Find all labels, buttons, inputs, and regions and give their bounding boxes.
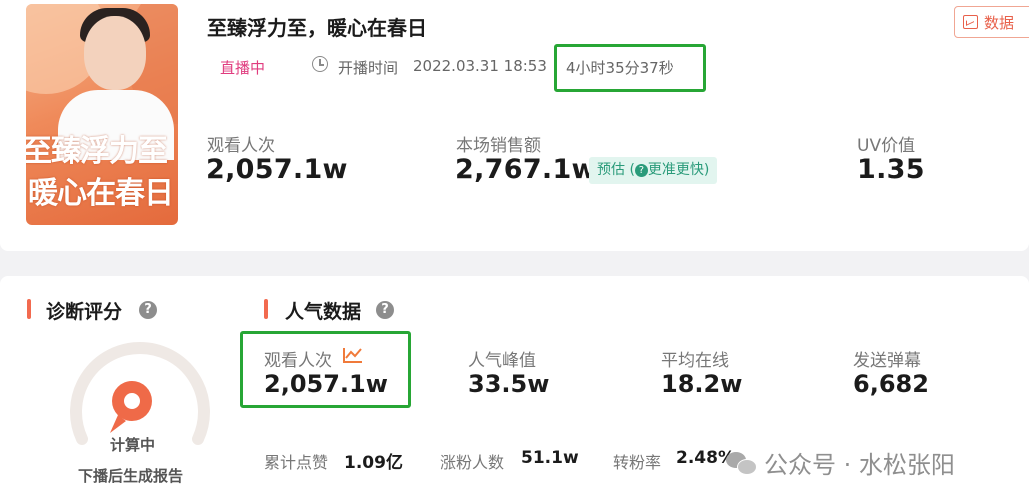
- start-time-value: 2022.03.31 18:53: [413, 57, 547, 75]
- diagnosis-gauge: [70, 342, 210, 445]
- new-fans-value: 51.1w: [521, 448, 579, 468]
- metric-uv-label: UV价值: [857, 136, 916, 156]
- diagnosis-note: 下播后生成报告: [78, 467, 184, 485]
- pop-views-value: 2,057.1w: [264, 370, 388, 398]
- diagnosis-section-bar: [27, 299, 31, 319]
- pop-peak-value: 33.5w: [468, 370, 550, 398]
- data-button[interactable]: 数据: [954, 6, 1029, 38]
- location-pin-icon: [110, 381, 152, 433]
- pop-avg-online-label: 平均在线: [661, 351, 729, 371]
- conversion-rate-label: 转粉率: [613, 453, 662, 472]
- metric-views-value: 2,057.1w: [206, 154, 348, 185]
- watermark-text: 公众号 · 水松张阳: [764, 451, 955, 479]
- diagnosis-title: 诊断评分: [46, 301, 123, 323]
- likes-value: 1.09亿: [344, 453, 403, 473]
- pop-peak-label: 人气峰值: [468, 351, 536, 371]
- chart-icon: [963, 15, 978, 29]
- live-duration: 4小时35分37秒: [566, 59, 674, 77]
- metric-uv-value: 1.35: [857, 154, 925, 185]
- pop-danmaku-label: 发送弹幕: [853, 351, 921, 371]
- estimate-tag-label: 预估: [597, 162, 625, 178]
- cover-text-line2: 暖心在春日: [28, 176, 174, 211]
- metric-sales-value: 2,767.1w: [455, 154, 597, 185]
- watermark: 公众号 · 水松张阳: [726, 445, 955, 480]
- pop-danmaku-value: 6,682: [853, 370, 929, 398]
- live-cover-image[interactable]: 至臻浮力至 暖心在春日: [26, 4, 178, 225]
- diagnosis-help-icon[interactable]: ?: [139, 301, 157, 319]
- cover-text-line1: 至臻浮力至: [26, 134, 168, 169]
- start-time-label: 开播时间: [338, 59, 399, 77]
- wechat-icon: [726, 450, 757, 476]
- trend-chart-icon[interactable]: [342, 346, 364, 364]
- diagnosis-status: 计算中: [110, 436, 156, 454]
- live-title: 至臻浮力至，暖心在春日: [207, 16, 427, 40]
- likes-label: 累计点赞: [264, 453, 329, 472]
- estimate-hint: 更准更快: [647, 162, 704, 178]
- metric-views-label: 观看人次: [207, 136, 275, 156]
- popularity-title: 人气数据: [285, 301, 362, 323]
- data-button-label: 数据: [984, 13, 1015, 32]
- clock-icon: [312, 56, 328, 72]
- new-fans-label: 涨粉人数: [440, 453, 505, 472]
- live-status-badge: 直播中: [220, 59, 266, 77]
- metric-sales-label: 本场销售额: [456, 136, 541, 156]
- estimate-tag[interactable]: 预估 (? 更准更快): [589, 157, 718, 184]
- question-icon: ?: [634, 164, 648, 177]
- popularity-help-icon[interactable]: ?: [376, 301, 394, 319]
- popularity-section-bar: [264, 299, 268, 319]
- pop-views-label: 观看人次: [264, 351, 332, 371]
- pop-avg-online-value: 18.2w: [661, 370, 743, 398]
